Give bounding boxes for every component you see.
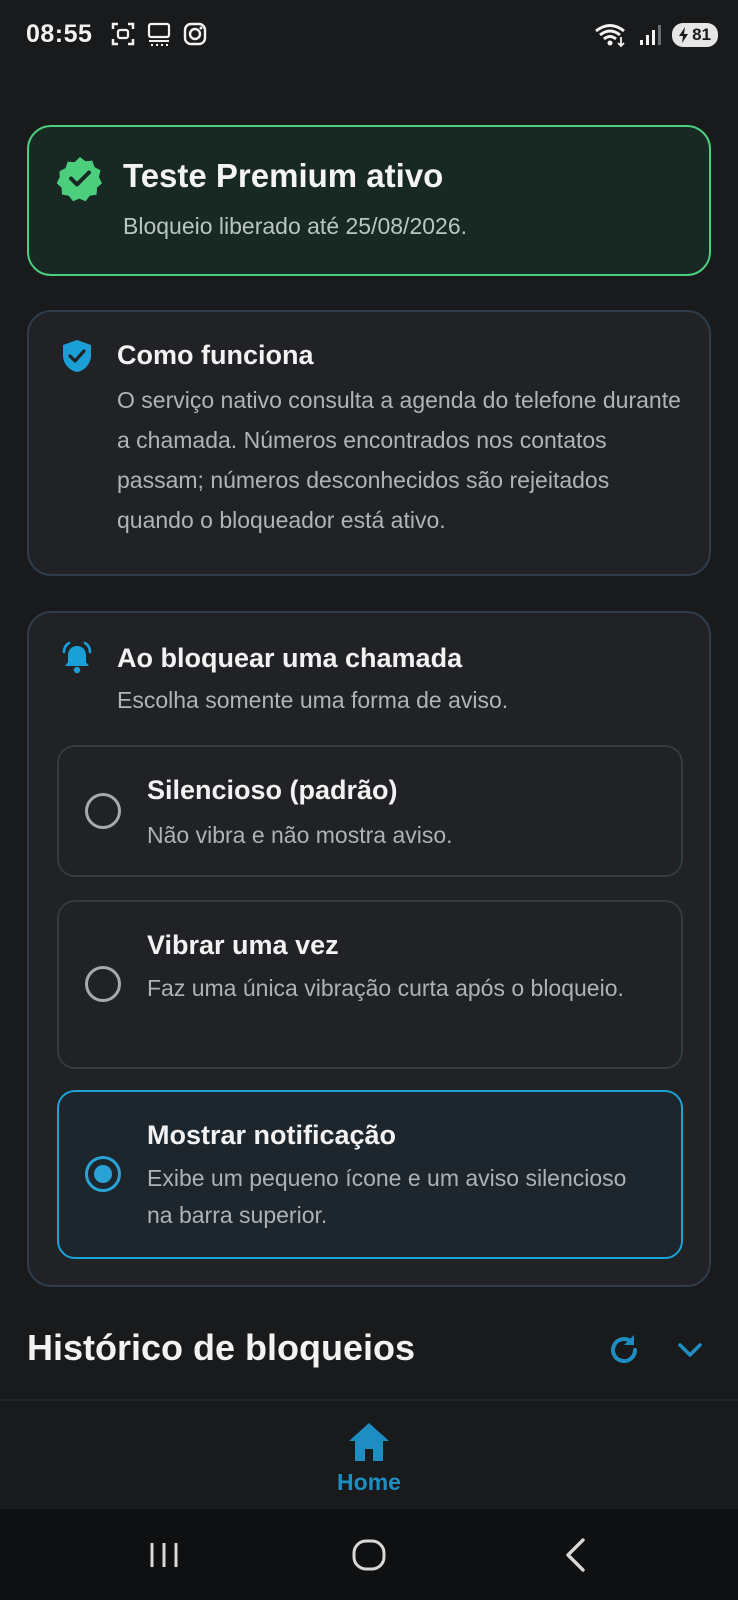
block-notification-title: Ao bloquear uma chamada	[117, 643, 463, 673]
charging-bolt-icon	[679, 27, 689, 43]
recent-apps-icon[interactable]	[140, 1531, 188, 1579]
status-bar: 08:55 81	[0, 0, 738, 72]
signal-icon	[640, 25, 662, 45]
status-time: 08:55	[26, 20, 93, 48]
refresh-icon[interactable]	[604, 1330, 644, 1370]
radio-silent[interactable]	[85, 793, 121, 829]
verified-badge-icon	[57, 157, 102, 201]
nav-tab-home[interactable]: Home	[319, 1421, 419, 1507]
home-icon	[349, 1423, 389, 1461]
battery-icon: 81	[672, 23, 718, 47]
history-title: Histórico de bloqueios	[27, 1327, 416, 1368]
radio-vibrate[interactable]	[85, 966, 121, 1002]
option-silent-title: Silencioso (padrão)	[147, 775, 398, 805]
how-it-works-body: O serviço nativo consulta a agenda do te…	[117, 387, 681, 533]
option-vibrate-subtitle: Faz uma única vibração curta após o bloq…	[147, 975, 624, 1001]
option-notification[interactable]: Mostrar notificação Exibe um pequeno íco…	[57, 1090, 683, 1259]
home-button-icon[interactable]	[345, 1531, 393, 1579]
instagram-icon	[183, 22, 207, 46]
wifi-icon	[595, 24, 626, 48]
option-notification-title: Mostrar notificação	[147, 1120, 397, 1150]
how-it-works-card: Como funciona O serviço nativo consulta …	[27, 310, 711, 576]
option-silent-subtitle: Não vibra e não mostra aviso.	[147, 822, 453, 848]
bell-ringing-icon	[62, 641, 92, 674]
premium-status-card: Teste Premium ativo Bloqueio liberado at…	[27, 125, 711, 276]
screenshot-icon	[111, 22, 135, 46]
shield-check-icon	[63, 340, 91, 372]
option-notification-subtitle: Exibe um pequeno ícone e um aviso silenc…	[147, 1165, 627, 1228]
system-nav-bar	[0, 1509, 738, 1600]
cast-icon	[147, 22, 171, 46]
bottom-nav: Home	[0, 1401, 738, 1509]
how-it-works-title: Como funciona	[117, 340, 314, 370]
battery-level: 81	[692, 25, 711, 44]
premium-title: Teste Premium ativo	[123, 157, 444, 194]
nav-tab-home-label: Home	[337, 1469, 401, 1495]
status-icons-right: 81	[594, 22, 718, 48]
premium-subtitle: Bloqueio liberado até 25/08/2026.	[123, 213, 468, 239]
option-vibrate[interactable]: Vibrar uma vez Faz uma única vibração cu…	[57, 900, 683, 1069]
app-screen: 08:55 81 Teste Premium ativo Bloqueio li…	[0, 0, 738, 1600]
block-notification-subtitle: Escolha somente uma forma de aviso.	[117, 687, 509, 713]
radio-selected-dot	[94, 1165, 112, 1183]
block-notification-card: Ao bloquear uma chamada Escolha somente …	[27, 611, 711, 1287]
radio-notification[interactable]	[85, 1156, 121, 1192]
chevron-down-icon[interactable]	[672, 1332, 708, 1368]
option-vibrate-title: Vibrar uma vez	[147, 930, 339, 960]
status-icons-left	[110, 21, 208, 47]
option-silent[interactable]: Silencioso (padrão) Não vibra e não most…	[57, 745, 683, 877]
back-icon[interactable]	[553, 1531, 601, 1579]
